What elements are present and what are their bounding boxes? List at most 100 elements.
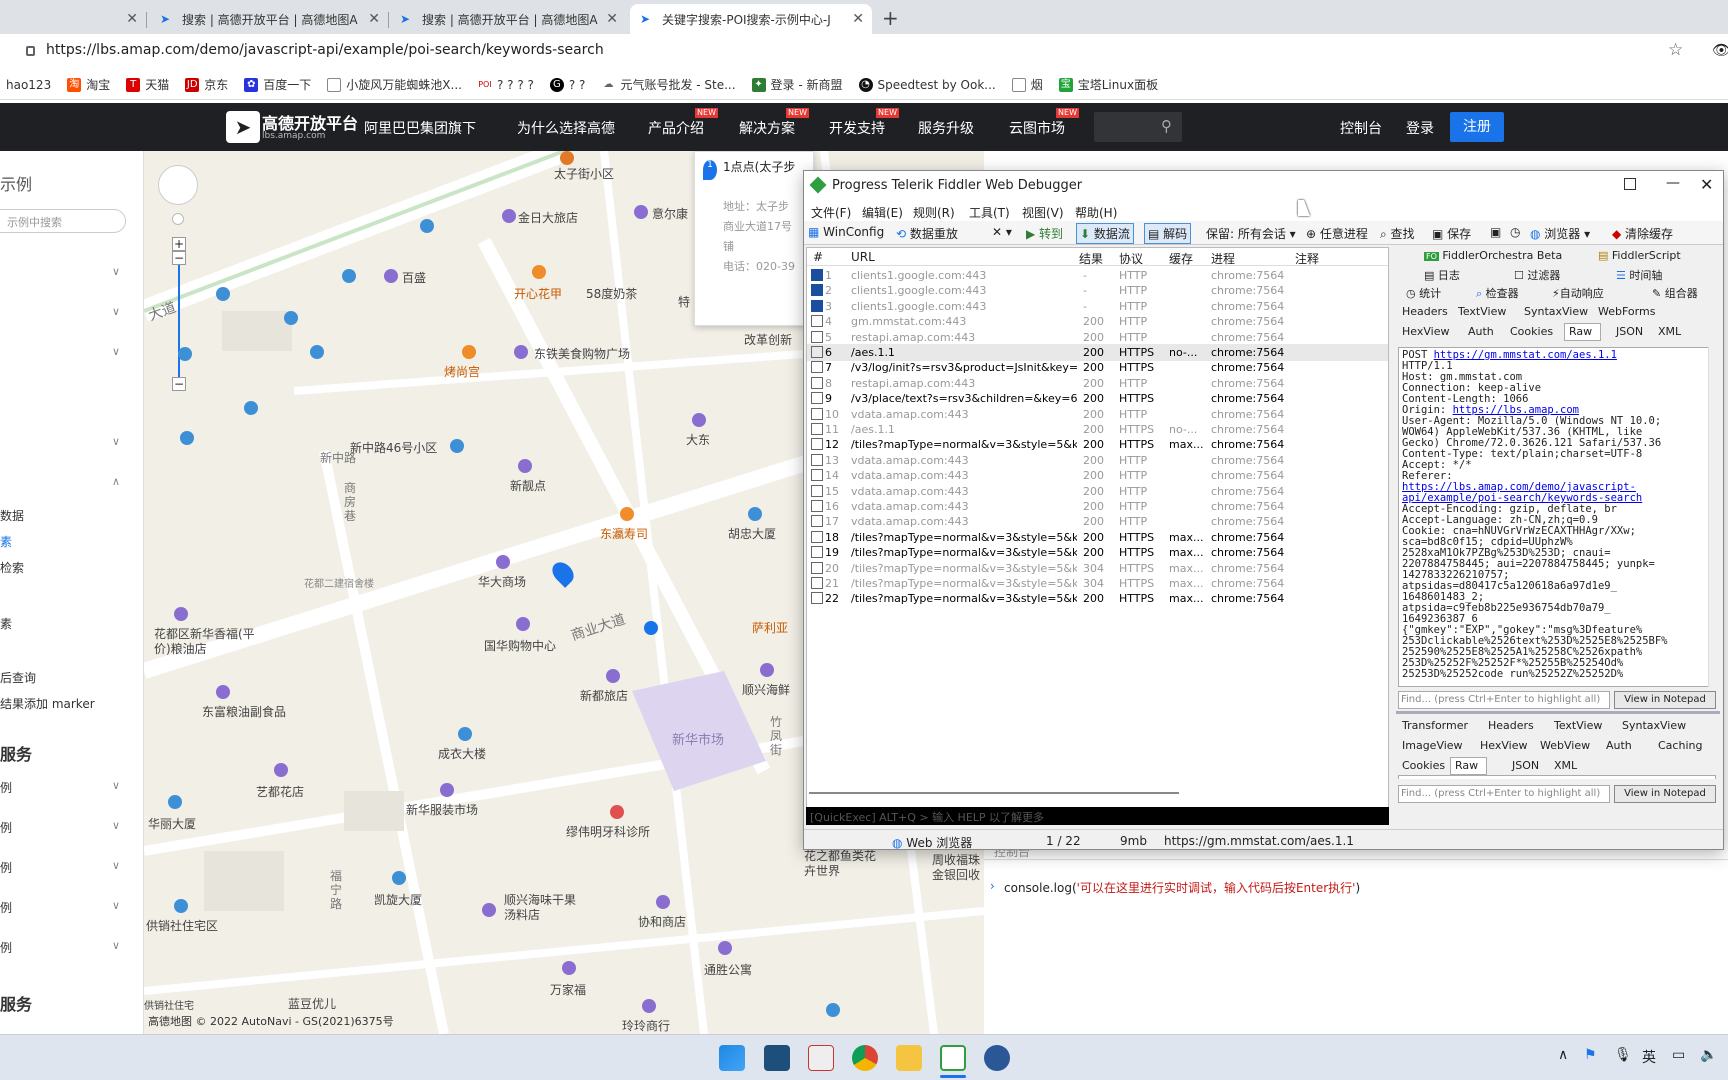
restaurant-icon[interactable] xyxy=(620,507,634,521)
status-browser[interactable]: ◍ Web 浏览器 xyxy=(892,834,972,849)
resp-tab-hexview[interactable]: HexView xyxy=(1480,739,1527,752)
shop-icon[interactable] xyxy=(516,617,530,631)
bookmark-item[interactable]: ✦ 登录 - 新商盟 xyxy=(751,76,843,93)
tab-timeline[interactable]: ☰ 时间轴 xyxy=(1616,267,1662,283)
sidebar-item[interactable]: 例 xyxy=(0,899,12,916)
shop-icon[interactable] xyxy=(482,903,496,917)
map-poi-label[interactable]: 供销社住宅区 xyxy=(146,917,218,934)
fiddler-title-bar[interactable]: Progress Telerik Fiddler Web Debugger — … xyxy=(804,171,1723,201)
req-tab-xml[interactable]: XML xyxy=(1658,325,1681,338)
map-poi-label[interactable]: 大东 xyxy=(686,431,710,448)
url-input[interactable]: https://lbs.amap.com/demo/javascript-api… xyxy=(46,42,604,58)
shop-icon[interactable] xyxy=(514,345,528,359)
shop-icon[interactable] xyxy=(760,663,774,677)
map-poi-label[interactable]: 花之都鱼类花卉世界 xyxy=(804,849,884,879)
remove-button[interactable]: ✕ ▾ xyxy=(992,225,1012,239)
col-process[interactable]: 进程 xyxy=(1211,250,1235,267)
bookmark-item[interactable]: ☁ 元气账号批发 - Ste... xyxy=(601,76,735,93)
shop-icon[interactable] xyxy=(718,941,732,955)
map-poi-label[interactable]: 花都区新华香福(平价)粮油店 xyxy=(154,627,264,657)
menu-help[interactable]: 帮助(H) xyxy=(1075,204,1117,221)
console-link[interactable]: 控制台 xyxy=(1340,118,1382,138)
map-poi-label[interactable]: 华丽大厦 xyxy=(148,815,196,832)
microphone-icon[interactable]: 🎙 xyxy=(1614,1047,1632,1063)
clear-cache-button[interactable]: ◆ 清除缓存 xyxy=(1612,225,1673,242)
tab-autoresponder[interactable]: ⚡自动响应 xyxy=(1552,285,1604,301)
response-find-input[interactable]: Find... (press Ctrl+Enter to highlight a… xyxy=(1398,785,1610,803)
chevron-down-icon[interactable]: ∨ xyxy=(112,305,120,318)
chevron-down-icon[interactable]: ∨ xyxy=(112,435,120,448)
chevron-down-icon[interactable]: ∨ xyxy=(112,859,120,872)
pane-splitter[interactable] xyxy=(1396,711,1720,714)
nav-item[interactable]: 云图市场 NEW xyxy=(1009,108,1079,138)
menu-edit[interactable]: 编辑(E) xyxy=(862,204,903,221)
sidebar-item[interactable]: 数据 xyxy=(0,507,24,524)
speaker-icon[interactable]: 🔈 xyxy=(1700,1047,1717,1063)
bookmark-item[interactable]: ✿ 百度一下 xyxy=(244,76,311,93)
zoom-out-button[interactable]: − xyxy=(172,377,186,391)
shop-icon[interactable] xyxy=(274,763,288,777)
bookmark-item[interactable]: JD 京东 xyxy=(185,76,228,93)
menu-rules[interactable]: 规则(R) xyxy=(913,204,955,221)
map-poi-label[interactable]: 太子街小区 xyxy=(554,165,614,182)
map-poi-label[interactable]: 东富粮油副食品 xyxy=(202,703,286,720)
shop-icon[interactable] xyxy=(496,555,510,569)
new-tab-button[interactable]: + xyxy=(882,6,899,30)
hotel-icon[interactable] xyxy=(502,209,516,223)
shop-icon[interactable] xyxy=(440,783,454,797)
restaurant-icon[interactable] xyxy=(462,345,476,359)
response-view-notepad-button[interactable]: View in Notepad xyxy=(1614,785,1716,803)
shop-icon[interactable] xyxy=(174,607,188,621)
bookmark-item[interactable]: POI? ? ? ? xyxy=(478,78,534,92)
bus-stop-icon[interactable] xyxy=(826,1003,840,1017)
resp-tab-headers[interactable]: Headers xyxy=(1488,719,1534,732)
ime-indicator[interactable]: 英 xyxy=(1642,1047,1656,1067)
sidebar-item[interactable]: 素 xyxy=(0,615,12,632)
map-poi-label[interactable]: 玲玲商行 xyxy=(622,1017,670,1034)
file-explorer-icon[interactable] xyxy=(896,1045,922,1071)
map-poi-label[interactable]: 华大商场 xyxy=(478,573,526,590)
register-button[interactable]: 注册 xyxy=(1450,112,1504,142)
map-poi-label[interactable]: 意尔康 xyxy=(652,205,688,222)
resp-tab-cookies[interactable]: Cookies xyxy=(1402,759,1445,772)
request-view-notepad-button[interactable]: View in Notepad xyxy=(1614,691,1716,709)
chevron-down-icon[interactable]: ∨ xyxy=(112,265,120,278)
shop-icon[interactable] xyxy=(656,895,670,909)
nav-search-input[interactable]: ⚲ xyxy=(1094,112,1182,142)
map-poi-label[interactable]: 特 xyxy=(678,293,690,310)
shop-icon[interactable] xyxy=(216,685,230,699)
keep-sessions-dropdown[interactable]: 保留: 所有会话 ▾ xyxy=(1206,225,1296,242)
req-tab-auth[interactable]: Auth xyxy=(1468,325,1494,338)
nav-item[interactable]: 为什么选择高德 xyxy=(517,118,615,138)
sidebar-item[interactable]: 例 xyxy=(0,859,12,876)
building-icon[interactable] xyxy=(748,507,762,521)
col-number[interactable]: # xyxy=(813,250,823,264)
tab-close-icon[interactable]: ✕ xyxy=(606,11,618,27)
map-poi-label[interactable]: 顺兴海鲜 xyxy=(742,681,790,698)
sidebar-item[interactable]: 例 xyxy=(0,939,12,956)
map-poi-label[interactable]: 供销社住宅 xyxy=(144,997,194,1012)
map-poi-label[interactable]: 花都二建宿舍楼 xyxy=(304,575,374,590)
chevron-down-icon[interactable]: ∨ xyxy=(112,779,120,792)
resp-tab-textview[interactable]: TextView xyxy=(1554,719,1602,732)
map-poi-label[interactable]: 新中路46号小区 xyxy=(350,439,437,456)
app-icon[interactable] xyxy=(984,1045,1010,1071)
browser-tab[interactable]: ➤ 搜索 | 高德开放平台 | 高德地图A ✕ xyxy=(150,4,389,34)
map-poi-label[interactable]: 百盛 xyxy=(402,269,426,286)
req-tab-syntaxview[interactable]: SyntaxView xyxy=(1524,305,1588,318)
shop-icon[interactable] xyxy=(634,205,648,219)
pan-control[interactable] xyxy=(158,165,198,205)
bookmark-star-icon[interactable]: ☆ xyxy=(1668,40,1683,60)
nav-item[interactable]: 解决方案 NEW xyxy=(739,108,809,138)
horizontal-scrollbar[interactable] xyxy=(807,788,1388,798)
editor-app-icon[interactable] xyxy=(764,1045,790,1071)
stream-button[interactable]: ⬇ 数据流 xyxy=(1076,223,1134,244)
map-poi-label[interactable]: 艺都花店 xyxy=(256,783,304,800)
bus-stop-icon[interactable] xyxy=(342,269,356,283)
sidebar-item[interactable]: 例 xyxy=(0,819,12,836)
menu-file[interactable]: 文件(F) xyxy=(811,204,851,221)
bus-stop-icon[interactable] xyxy=(178,347,192,361)
map-poi-label[interactable]: 周收福珠金银回收 xyxy=(932,853,984,883)
browser-tab[interactable]: ✕ xyxy=(0,4,147,34)
any-process-button[interactable]: ⊕ 任意进程 xyxy=(1306,225,1368,242)
